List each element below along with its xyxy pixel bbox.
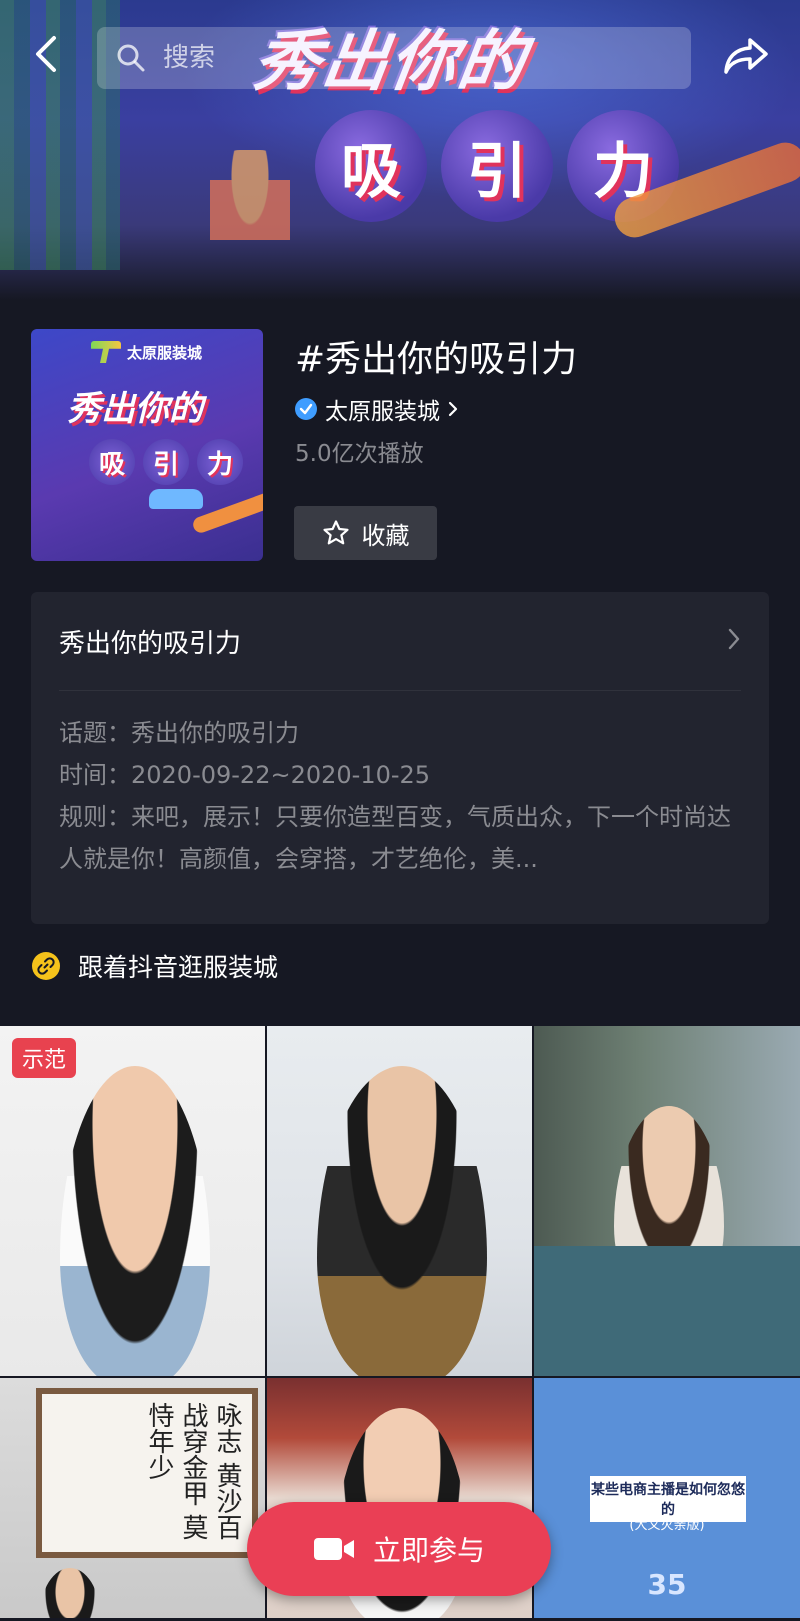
rules-line: 规则：来吧，展示！只要你造型百变，气质出众，下一个时尚达人就是你！高颜值，会穿搭… <box>59 803 731 873</box>
star-icon <box>322 519 350 547</box>
link-icon <box>32 952 60 980</box>
topic-cover-image: 太原服装城 秀出你的 吸 引 力 <box>31 329 263 561</box>
topic-line: 话题：秀出你的吸引力 <box>59 719 299 747</box>
share-icon <box>722 36 770 80</box>
cover-brand: 太原服装城 <box>91 341 202 363</box>
creator-link[interactable]: 太原服装城 <box>295 392 458 426</box>
topic-title: #秀出你的吸引力 <box>295 339 578 380</box>
video-thumbnail[interactable] <box>267 1026 532 1376</box>
video-thumbnail[interactable] <box>534 1026 800 1376</box>
share-button[interactable] <box>720 32 772 84</box>
camera-icon <box>313 1535 355 1563</box>
search-input[interactable] <box>161 42 665 74</box>
video-thumbnail[interactable]: 示范 <box>0 1026 265 1376</box>
banner-circle-char: 吸 <box>315 110 427 222</box>
calligraphy-artwork: 咏志 黄沙百战穿金甲 莫恃年少 <box>36 1388 258 1558</box>
chevron-right-icon <box>448 401 458 417</box>
cover-circle-char: 吸 <box>89 439 135 485</box>
topic-detail-card: 秀出你的吸引力 话题：秀出你的吸引力 时间：2020-09-22~2020-10… <box>31 592 769 924</box>
favorite-button[interactable]: 收藏 <box>294 506 437 560</box>
thumbnail-table <box>534 1246 800 1376</box>
video-subtitle: (大义灭亲版) <box>629 1518 705 1533</box>
brand-logo-icon <box>91 341 121 363</box>
play-count: 5.0亿次播放 <box>295 441 424 467</box>
shop-link[interactable]: 跟着抖音逛服装城 <box>32 948 278 984</box>
thumbnail-figure <box>317 1066 487 1376</box>
favorite-label: 收藏 <box>361 521 410 550</box>
time-line: 时间：2020-09-22~2020-10-25 <box>59 761 431 789</box>
cover-car <box>149 489 203 509</box>
topic-rules: 话题：秀出你的吸引力 时间：2020-09-22~2020-10-25 规则：来… <box>59 712 749 880</box>
cover-brand-name: 太原服装城 <box>127 343 203 362</box>
shop-link-label: 跟着抖音逛服装城 <box>78 953 279 982</box>
cover-circle-char: 力 <box>197 439 243 485</box>
search-bar[interactable] <box>97 27 691 89</box>
back-arrow-icon <box>34 35 58 77</box>
back-button[interactable] <box>26 34 66 78</box>
demo-badge: 示范 <box>12 1038 77 1078</box>
cover-circles: 吸 引 力 <box>89 439 243 485</box>
participate-label: 立即参与 <box>372 1534 485 1567</box>
thumbnail-figure <box>60 1066 210 1376</box>
verified-icon <box>295 398 317 420</box>
banner-circle-char: 引 <box>441 110 553 222</box>
topic-detail-title: 秀出你的吸引力 <box>59 628 242 659</box>
search-icon <box>115 42 147 74</box>
creator-name: 太原服装城 <box>325 399 440 425</box>
chevron-right-icon <box>727 627 741 655</box>
banner-figure <box>210 150 290 280</box>
participate-button[interactable]: 立即参与 <box>247 1502 551 1596</box>
cover-circle-char: 引 <box>143 439 189 485</box>
topic-detail-header[interactable]: 秀出你的吸引力 <box>59 592 741 691</box>
thumbnail-figure <box>40 1568 100 1618</box>
video-thumbnail[interactable]: 某些电商主播是如何忽悠的 (大义灭亲版) 35 <box>534 1378 800 1618</box>
video-thumbnail[interactable]: 咏志 黄沙百战穿金甲 莫恃年少 <box>0 1378 265 1618</box>
cover-title: 秀出你的 <box>67 389 203 429</box>
video-number: 35 <box>647 1568 687 1601</box>
